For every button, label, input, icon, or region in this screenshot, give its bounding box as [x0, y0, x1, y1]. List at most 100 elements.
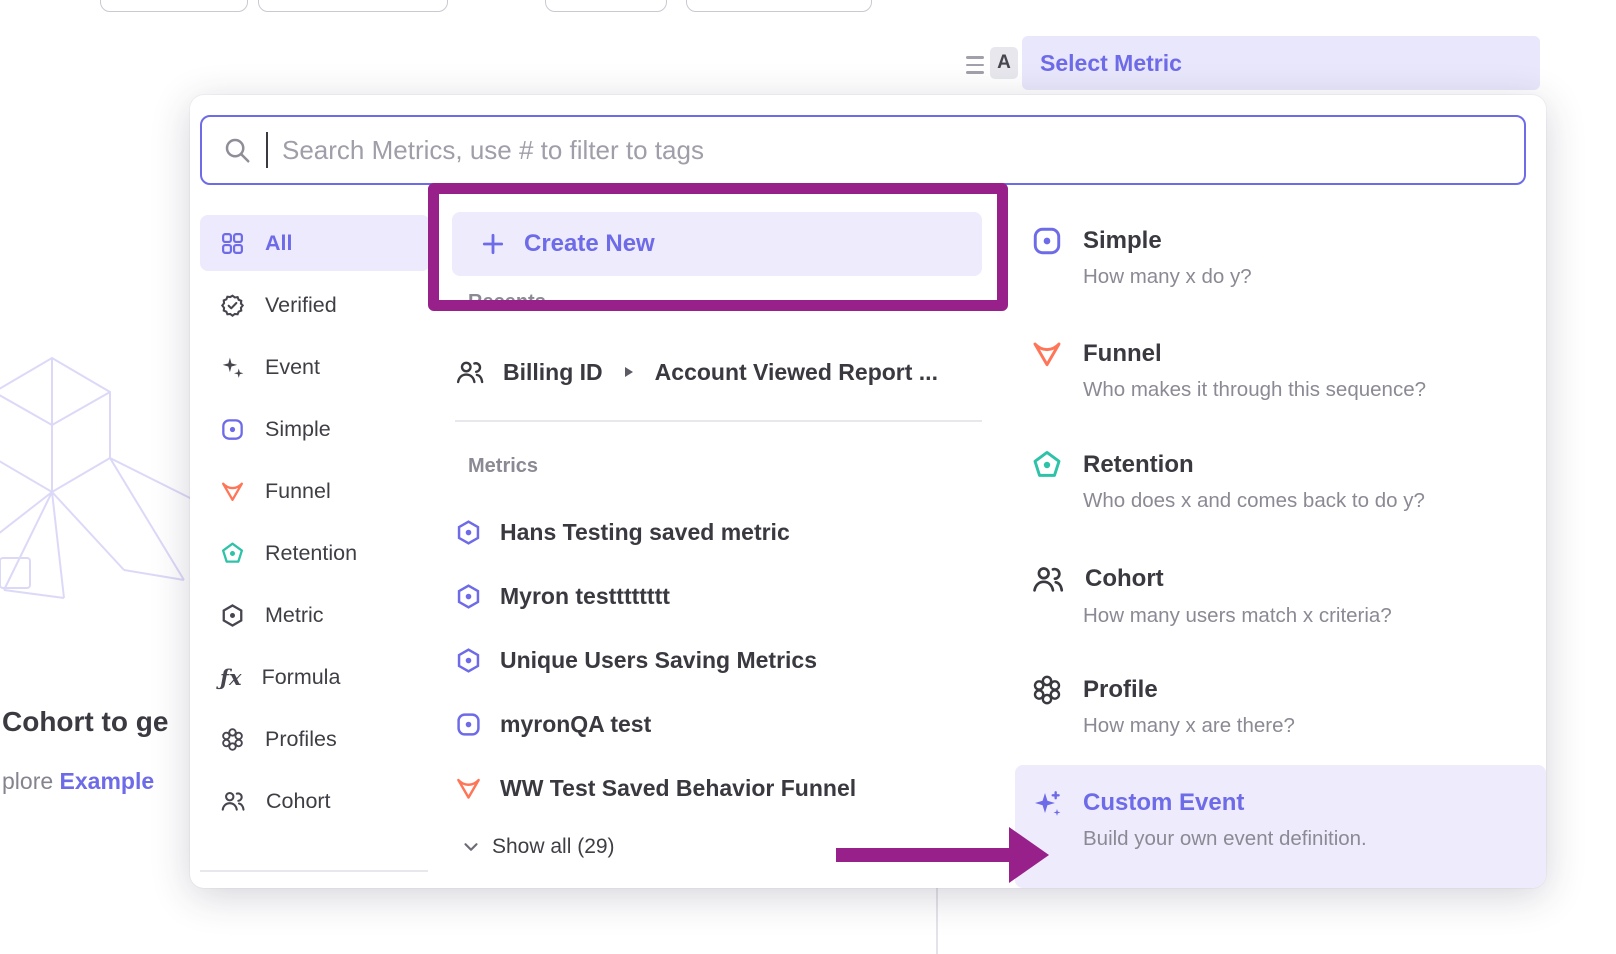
metric-item-label: myronQA test [500, 711, 651, 738]
create-new-button[interactable]: Create New [452, 212, 982, 276]
hexagon-purple-icon [455, 519, 482, 546]
sidebar-item-cohort[interactable]: Cohort [200, 773, 430, 829]
hexagon-icon [220, 603, 245, 628]
verified-badge-icon [220, 293, 245, 318]
sidebar-item-funnel[interactable]: Funnel [200, 463, 430, 519]
funnel-orange-icon [1031, 338, 1063, 370]
recent-item-event: Billing ID [503, 359, 603, 386]
sidebar-item-profiles[interactable]: Profiles [200, 711, 430, 767]
spark-icon [220, 355, 245, 380]
select-metric-button[interactable]: Select Metric [1022, 36, 1540, 90]
empty-state-headline: Cohort to ge [2, 706, 168, 738]
search-box[interactable] [200, 115, 1526, 185]
type-title: Profile [1083, 676, 1158, 704]
show-all-label: Show all (29) [492, 835, 615, 859]
example-link[interactable]: Example [60, 768, 155, 794]
sidebar-item-label: Profiles [265, 727, 337, 752]
empty-state-subtext: plore Example [2, 768, 154, 795]
type-custom-event[interactable]: Custom Event Build your own event defini… [1015, 765, 1546, 888]
type-title: Simple [1083, 227, 1162, 255]
sidebar-item-label: Retention [265, 541, 357, 566]
rounded-square-icon [220, 417, 245, 442]
type-subtitle: Who does x and comes back to do y? [1015, 489, 1546, 513]
recent-item[interactable]: Billing ID Account Viewed Report ... [455, 350, 982, 394]
plus-icon [480, 231, 506, 257]
recents-divider [455, 420, 982, 422]
annotation-arrow-head [1009, 827, 1049, 883]
breadcrumb-arrow-icon [625, 367, 633, 377]
sidebar-divider [200, 870, 428, 872]
select-metric-label: Select Metric [1040, 50, 1182, 77]
metric-picker-modal: All Verified Event Simple Funnel [190, 95, 1546, 888]
custom-event-spark-icon [1031, 787, 1063, 819]
sidebar-item-label: Metric [265, 603, 324, 628]
type-title: Custom Event [1083, 789, 1244, 817]
annotation-arrow [836, 848, 1011, 862]
metric-list-item[interactable]: Hans Testing saved metric [455, 510, 982, 554]
type-profile[interactable]: Profile How many x are there? [1015, 674, 1546, 738]
interval-day-button[interactable]: Day [545, 0, 667, 12]
flower-icon [220, 727, 245, 752]
sidebar-item-label: Formula [262, 665, 341, 690]
metric-list-item[interactable]: myronQA test [455, 702, 982, 746]
sidebar-item-label: All [265, 231, 292, 256]
app-window: 12M YTD Compare Day Line A Select Metric [0, 0, 1616, 954]
series-a-badge: A [990, 47, 1018, 79]
people-icon [1031, 562, 1065, 596]
rounded-square-purple-icon [1031, 225, 1063, 257]
metric-list-item[interactable]: WW Test Saved Behavior Funnel [455, 766, 982, 810]
create-new-label: Create New [524, 230, 655, 258]
metric-list-item[interactable]: Myron testttttttt [455, 574, 982, 618]
wireframe-cube-illustration [0, 330, 204, 660]
sidebar-item-simple[interactable]: Simple [200, 401, 430, 457]
funnel-orange-icon [455, 775, 482, 802]
metric-item-label: Hans Testing saved metric [500, 519, 790, 546]
type-subtitle: How many x are there? [1015, 714, 1546, 738]
type-subtitle: How many x do y? [1015, 265, 1546, 289]
chevron-down-icon [460, 836, 482, 858]
explore-prefix: plore [2, 768, 60, 794]
sidebar-item-formula[interactable]: ƒx Formula [200, 649, 430, 705]
flower-icon [1031, 674, 1063, 706]
type-cohort[interactable]: Cohort How many users match x criteria? [1015, 562, 1546, 628]
hexagon-purple-icon [455, 583, 482, 610]
sidebar-item-label: Funnel [265, 479, 331, 504]
hexagon-purple-icon [455, 647, 482, 674]
type-subtitle: Who makes it through this sequence? [1015, 378, 1546, 402]
type-simple[interactable]: Simple How many x do y? [1015, 225, 1546, 289]
sidebar-item-label: Verified [265, 293, 337, 318]
type-subtitle: Build your own event definition. [1015, 827, 1546, 851]
sidebar-item-retention[interactable]: Retention [200, 525, 430, 581]
metric-item-label: Unique Users Saving Metrics [500, 647, 817, 674]
compare-button[interactable]: Compare [258, 0, 448, 12]
retention-teal-icon [1031, 449, 1063, 481]
range-12m-button[interactable]: 12M [30, 0, 96, 12]
sidebar-item-all[interactable]: All [200, 215, 430, 271]
sidebar-item-event[interactable]: Event [200, 339, 430, 395]
metric-list-item[interactable]: Unique Users Saving Metrics [455, 638, 982, 682]
type-subtitle: How many users match x criteria? [1015, 604, 1546, 628]
type-retention[interactable]: Retention Who does x and comes back to d… [1015, 449, 1546, 513]
range-ytd-button[interactable]: YTD [100, 0, 248, 12]
drag-handle-icon[interactable] [966, 56, 984, 79]
funnel-icon [220, 479, 245, 504]
search-icon [222, 135, 252, 165]
people-icon [220, 788, 246, 814]
series-a-label: A [997, 52, 1011, 74]
recents-header: Recents [468, 291, 546, 314]
search-input[interactable] [282, 135, 1504, 166]
sidebar-item-label: Cohort [266, 789, 331, 814]
show-all-button[interactable]: Show all (29) [460, 835, 615, 859]
grid-icon [220, 231, 245, 256]
sidebar-item-label: Event [265, 355, 320, 380]
sidebar-item-verified[interactable]: Verified [200, 277, 430, 333]
chart-type-line-button[interactable]: Line [686, 0, 872, 12]
sidebar-item-metric[interactable]: Metric [200, 587, 430, 643]
sidebar-item-label: Simple [265, 417, 331, 442]
type-title: Cohort [1085, 565, 1164, 593]
recent-item-property: Account Viewed Report ... [655, 359, 938, 386]
retention-icon [220, 541, 245, 566]
sidebar-item-partial[interactable] [200, 877, 430, 888]
type-title: Funnel [1083, 340, 1162, 368]
type-funnel[interactable]: Funnel Who makes it through this sequenc… [1015, 338, 1546, 402]
